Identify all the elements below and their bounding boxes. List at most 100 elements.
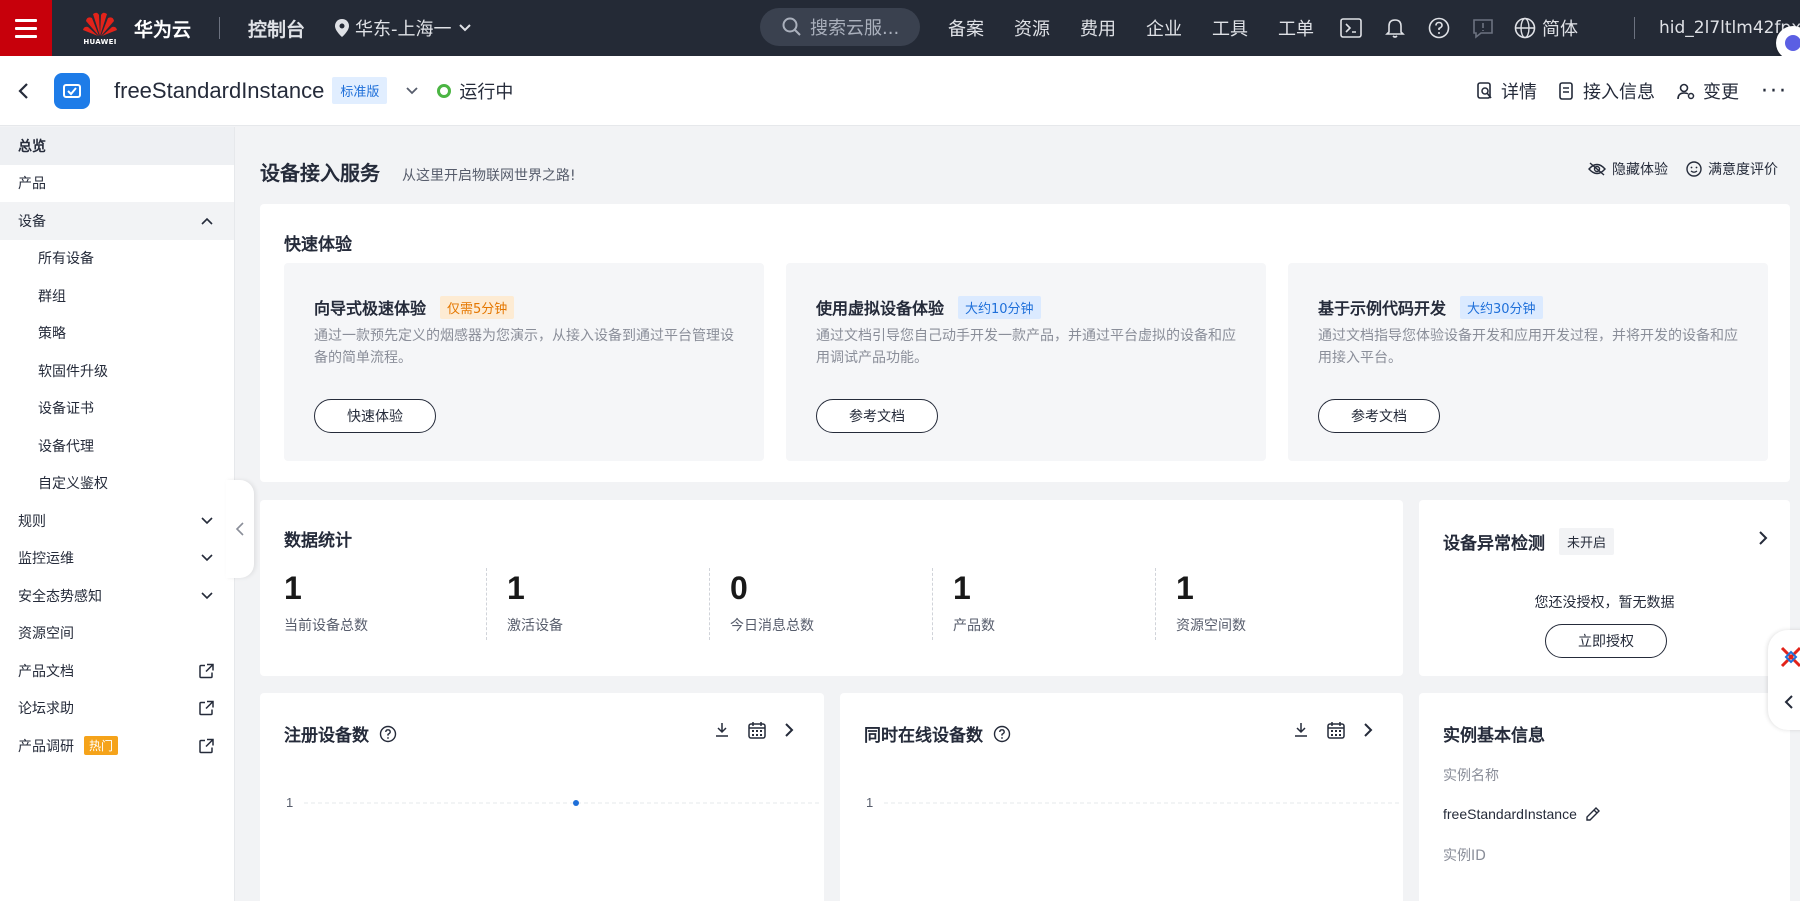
console-link[interactable]: 控制台 <box>248 15 305 42</box>
sidebar-item-device-certificates[interactable]: 设备证书 <box>0 390 234 428</box>
nav-resources[interactable]: 资源 <box>1014 15 1050 41</box>
reference-docs-button[interactable]: 参考文档 <box>1318 399 1440 433</box>
stat-messages-today[interactable]: 0 今日消息总数 <box>730 570 814 640</box>
divider <box>486 568 487 640</box>
stat-value: 1 <box>1176 570 1194 606</box>
chevron-left-icon[interactable] <box>1784 694 1794 710</box>
sidebar-item-products[interactable]: 产品 <box>0 165 234 203</box>
sidebar-item-label: 安全态势感知 <box>18 588 102 605</box>
stat-value: 1 <box>507 570 525 606</box>
huawei-logo-text: HUAWEI <box>83 37 117 46</box>
page-subtitle: 从这里开启物联网世界之路! <box>402 168 576 184</box>
download-icon[interactable] <box>714 722 730 738</box>
edit-pencil-icon[interactable] <box>1585 806 1601 822</box>
sidebar-item-product-docs[interactable]: 产品文档 <box>0 652 234 690</box>
service-header: 设备接入服务 从这里开启物联网世界之路! <box>260 157 576 186</box>
instance-header: freeStandardInstance 标准版 运行中 详情 接入信息 变更 … <box>0 56 1800 126</box>
authorize-now-button[interactable]: 立即授权 <box>1545 624 1667 658</box>
nav-tickets[interactable]: 工单 <box>1278 15 1314 41</box>
more-options-icon[interactable]: ··· <box>1761 79 1788 104</box>
stat-total-devices[interactable]: 1 当前设备总数 <box>284 570 368 640</box>
sidebar-item-custom-auth[interactable]: 自定义鉴权 <box>0 465 234 503</box>
sidebar-item-forum[interactable]: 论坛求助 <box>0 690 234 728</box>
sidebar-item-label: 设备代理 <box>38 438 94 455</box>
access-info-button[interactable]: 接入信息 <box>1559 78 1655 104</box>
instance-switch-chevron-icon[interactable] <box>405 86 419 96</box>
chevron-right-icon[interactable] <box>1758 530 1768 550</box>
status-running-icon <box>437 83 452 98</box>
download-icon[interactable] <box>1293 722 1309 738</box>
sidebar-item-monitoring[interactable]: 监控运维 <box>0 540 234 578</box>
details-label: 详情 <box>1501 82 1538 103</box>
sidebar-item-resource-space[interactable]: 资源空间 <box>0 615 234 653</box>
quick-experience-card: 快速体验 向导式极速体验 仅需5分钟 通过一款预先定义的烟感器为您演示，从接入设备… <box>260 204 1790 482</box>
calendar-icon[interactable] <box>748 721 766 739</box>
left-sidebar: 总览 产品 设备 所有设备 群组 策略 软固件升级 设备证书 设备代理 自定义鉴… <box>0 127 235 901</box>
hamburger-menu-button[interactable] <box>0 0 52 56</box>
help-icon[interactable] <box>993 725 1011 743</box>
sidebar-item-all-devices[interactable]: 所有设备 <box>0 240 234 278</box>
sidebar-item-survey[interactable]: 产品调研 热门 <box>0 727 234 765</box>
sidebar-item-label: 资源空间 <box>18 626 74 643</box>
user-settings-icon <box>1677 83 1695 100</box>
feedback-icon[interactable] <box>1470 15 1496 41</box>
nav-tools[interactable]: 工具 <box>1212 15 1248 41</box>
access-info-label: 接入信息 <box>1583 82 1656 103</box>
nav-filing[interactable]: 备案 <box>948 15 984 41</box>
sidebar-item-policies[interactable]: 策略 <box>0 315 234 353</box>
reference-docs-button[interactable]: 参考文档 <box>816 399 938 433</box>
global-search-input[interactable]: 搜索云服... <box>760 8 920 46</box>
chevron-right-icon[interactable] <box>784 722 794 738</box>
terminal-icon[interactable] <box>1338 15 1364 41</box>
stat-resource-spaces[interactable]: 1 资源空间数 <box>1176 570 1246 640</box>
stat-value: 1 <box>953 570 971 606</box>
region-selector[interactable]: 华东-上海一 <box>335 15 472 41</box>
user-menu[interactable]: hid_2l7ltlm42fpx6e <box>1634 0 1800 56</box>
change-button[interactable]: 变更 <box>1677 78 1739 104</box>
sidebar-item-label: 群组 <box>38 288 66 305</box>
divider <box>932 568 933 640</box>
bell-icon[interactable] <box>1382 15 1408 41</box>
virtual-device-item: 使用虚拟设备体验 大约10分钟 通过文档引导您自己动手开发一款产品，并通过平台虚拟… <box>786 263 1266 461</box>
stat-active-devices[interactable]: 1 激活设备 <box>507 570 563 640</box>
stat-products[interactable]: 1 产品数 <box>953 570 995 640</box>
satisfaction-rating-link[interactable]: 满意度评价 <box>1686 159 1778 179</box>
huawei-logo-icon: HUAWEI <box>80 6 120 50</box>
calendar-icon[interactable] <box>1327 721 1345 739</box>
sidebar-item-overview[interactable]: 总览 <box>0 127 234 165</box>
divider <box>709 568 710 640</box>
status-label: 运行中 <box>459 81 514 103</box>
satisfaction-rating-label: 满意度评价 <box>1708 162 1778 178</box>
sidebar-item-firmware-upgrade[interactable]: 软固件升级 <box>0 352 234 390</box>
item-description: 通过一款预先定义的烟感器为您演示，从接入设备到通过平台管理设备的简单流程。 <box>314 328 734 366</box>
sidebar-item-devices[interactable]: 设备 <box>0 202 234 240</box>
globe-icon <box>1514 17 1536 39</box>
sidebar-item-rules[interactable]: 规则 <box>0 502 234 540</box>
anomaly-empty-message: 您还没授权，暂无数据 <box>1534 595 1675 611</box>
top-navigation-bar: HUAWEI 华为云 控制台 华东-上海一 搜索云服... 备案 资源 费用 企… <box>0 0 1800 56</box>
chevron-down-icon <box>200 516 214 526</box>
details-button[interactable]: 详情 <box>1477 78 1537 104</box>
service-links: 隐藏体验 满意度评价 <box>1588 159 1778 179</box>
hide-experience-label: 隐藏体验 <box>1612 162 1668 178</box>
chart-title: 同时在线设备数 <box>864 726 983 746</box>
search-icon <box>782 17 801 36</box>
sidebar-item-security[interactable]: 安全态势感知 <box>0 577 234 615</box>
duration-tag: 大约10分钟 <box>958 295 1041 319</box>
quick-experience-button[interactable]: 快速体验 <box>314 399 436 433</box>
back-arrow-icon[interactable] <box>16 81 36 101</box>
help-icon[interactable] <box>1426 15 1452 41</box>
sidebar-item-device-proxy[interactable]: 设备代理 <box>0 427 234 465</box>
sidebar-item-groups[interactable]: 群组 <box>0 277 234 315</box>
nav-enterprise[interactable]: 企业 <box>1146 15 1182 41</box>
instance-name-value-row: freeStandardInstance <box>1443 806 1601 822</box>
app-logo-icon[interactable] <box>1780 646 1800 668</box>
chevron-right-icon[interactable] <box>1363 722 1373 738</box>
hide-experience-link[interactable]: 隐藏体验 <box>1588 159 1668 179</box>
nav-billing[interactable]: 费用 <box>1080 15 1116 41</box>
wizard-experience-item: 向导式极速体验 仅需5分钟 通过一款预先定义的烟感器为您演示，从接入设备到通过平台… <box>284 263 764 461</box>
huawei-cloud-brand[interactable]: HUAWEI 华为云 <box>80 6 191 50</box>
sidebar-item-label: 策略 <box>38 326 66 343</box>
help-icon[interactable] <box>379 725 397 743</box>
language-selector[interactable]: 简体 <box>1514 15 1578 41</box>
